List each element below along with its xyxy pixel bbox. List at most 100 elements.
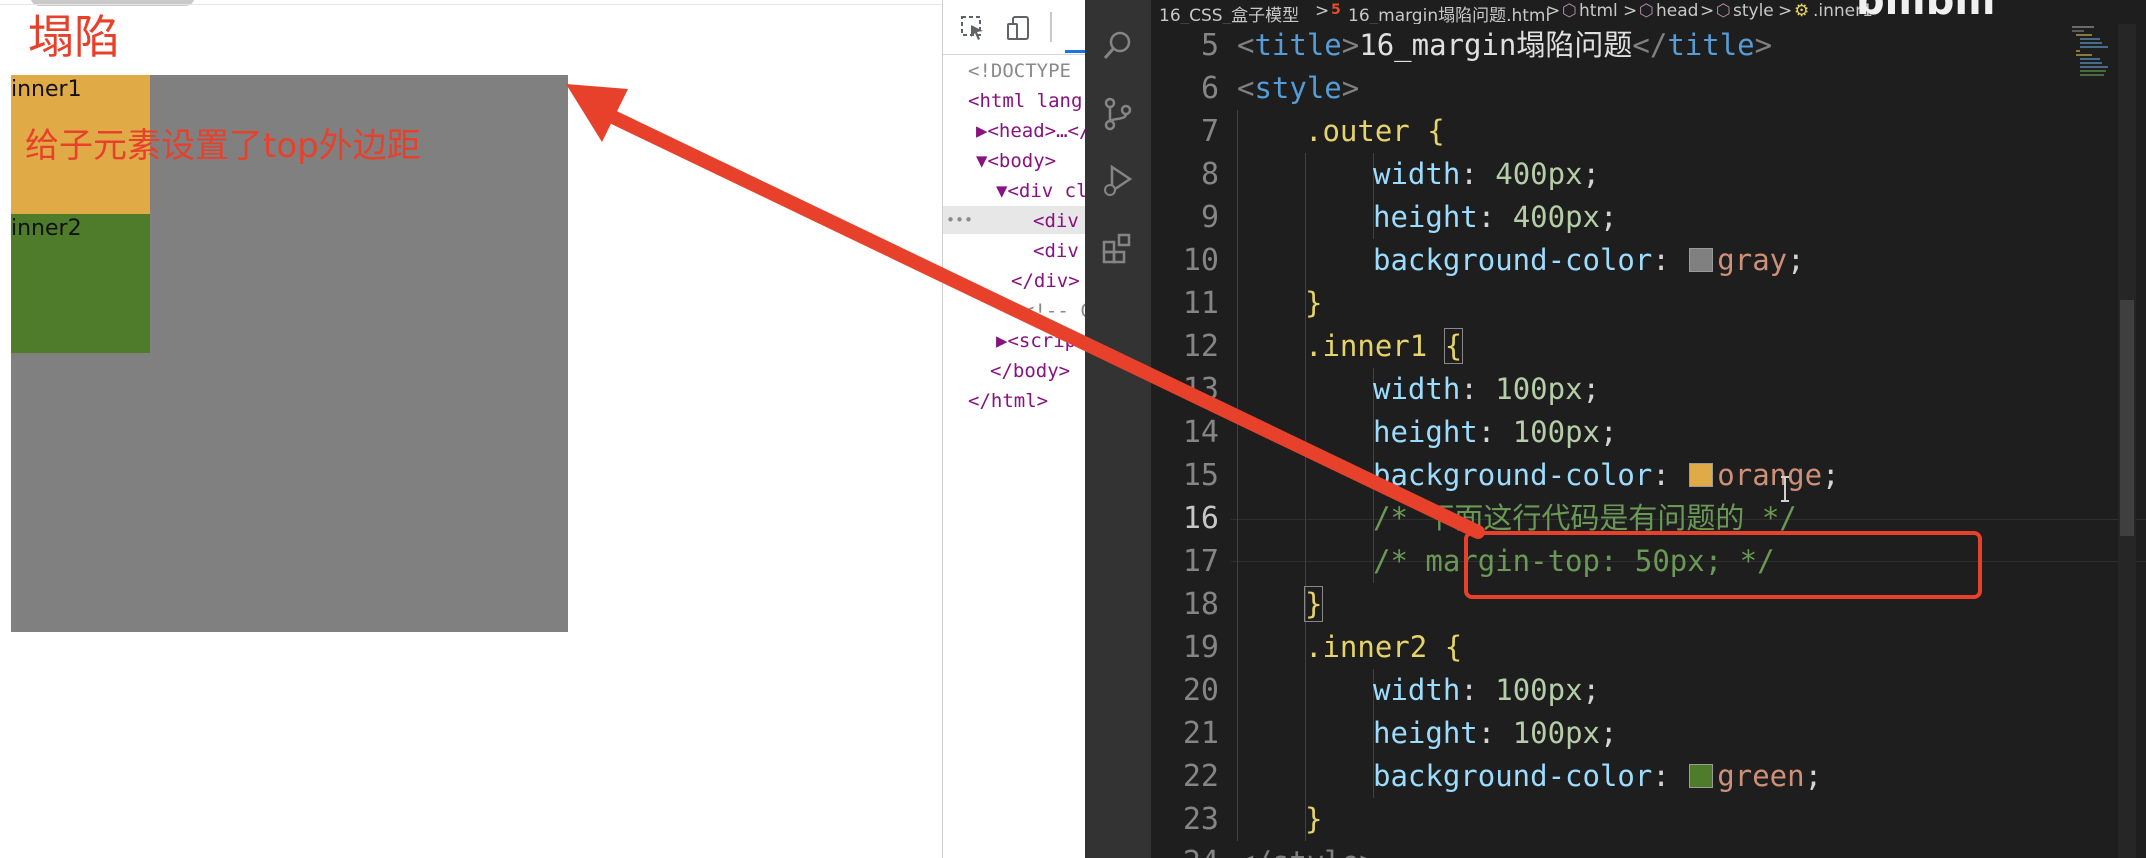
extensions-icon[interactable] (1100, 230, 1136, 266)
title-text: 16_margin塌陷问题 (1359, 28, 1633, 62)
html5-file-icon: 5 (1331, 2, 1341, 18)
dom-line[interactable]: </html> (968, 388, 1048, 414)
inner1-label: inner1 (11, 77, 82, 102)
value: gray (1717, 243, 1788, 277)
annotation-text: 给子元素设置了top外边距 (25, 126, 421, 166)
dom-line[interactable]: <div (1033, 238, 1085, 264)
dom-line[interactable]: ▼<body> (976, 148, 1056, 174)
search-icon[interactable] (1100, 28, 1136, 64)
code-line-18: } (1303, 583, 1324, 626)
dom-row-options[interactable]: ••• (946, 207, 973, 233)
elements-tab-indicator (1065, 50, 1085, 53)
value: 100px (1495, 673, 1583, 707)
run-debug-icon[interactable] (1100, 162, 1136, 198)
line-number: 22 (1182, 759, 1219, 794)
selector: .inner1 (1305, 329, 1428, 363)
property: height (1373, 200, 1478, 234)
scrollbar-thumb[interactable] (2120, 300, 2134, 536)
code-line-13: width: 100px; (1373, 372, 1601, 406)
selector: .outer (1305, 114, 1410, 148)
brace: } (1305, 802, 1323, 836)
dom-line[interactable]: </body> (990, 358, 1070, 384)
property: width (1373, 372, 1461, 406)
comment: /* 下面这行代码是有问题的 */ (1373, 501, 1797, 535)
breadcrumb-sep: > (1778, 1, 1793, 21)
value: 100px (1512, 716, 1600, 750)
code-line-9: height: 400px; (1373, 200, 1618, 234)
line-number: 13 (1182, 372, 1219, 407)
property: height (1373, 415, 1478, 449)
vscode-window: 16_CSS_盒子模型 > 5 16_margin塌陷问题.html > ⬡ h… (1085, 0, 2146, 858)
line-number: 24 (1151, 841, 1219, 858)
breadcrumb-file[interactable]: 16_margin塌陷问题.html (1348, 1, 1550, 24)
dom-line[interactable]: ▶<head>…</ (976, 118, 1085, 144)
inspect-element-icon[interactable] (959, 14, 987, 42)
line-number: 21 (1182, 716, 1219, 751)
property: width (1373, 157, 1461, 191)
dom-line[interactable]: <!DOCTYPE (968, 58, 1082, 84)
viewport-top-border (0, 4, 942, 5)
inner2-label: inner2 (11, 216, 82, 241)
inner2-div: inner2 (11, 214, 150, 353)
activity-bar (1085, 0, 1151, 858)
color-swatch-orange[interactable] (1689, 463, 1714, 487)
minimap[interactable] (2068, 24, 2114, 104)
line-number: 11 (1182, 286, 1219, 321)
code-editor[interactable]: <title>16_margin塌陷问题</title> <style> .ou… (1231, 24, 2146, 858)
symbol-icon: ⬡ (1639, 1, 1654, 21)
line-number: 15 (1182, 458, 1219, 493)
breadcrumb-sep: > (1623, 1, 1638, 21)
breadcrumb-folder[interactable]: 16_CSS_盒子模型 (1159, 1, 1299, 24)
code-line-12: .inner1 { (1305, 325, 1464, 368)
dom-line[interactable]: <!-- Co (1023, 298, 1085, 324)
code-line-5: <title>16_margin塌陷问题</title> (1237, 28, 1773, 62)
code-line-15: background-color: orange; (1373, 458, 1840, 492)
dom-line[interactable]: ▼<div cl (996, 178, 1085, 204)
color-swatch-gray[interactable] (1689, 248, 1714, 272)
property: height (1373, 716, 1478, 750)
line-number: 9 (1200, 200, 1219, 235)
line-number: 14 (1182, 415, 1219, 450)
device-toolbar-icon[interactable] (1005, 14, 1033, 42)
line-number-gutter: 5 6 7 8 9 10 11 12 13 14 15 16 17 18 19 … (1151, 24, 1231, 858)
code-line-6: <style> (1237, 71, 1360, 105)
line-number: 10 (1182, 243, 1219, 278)
breadcrumb-head[interactable]: head (1656, 1, 1698, 21)
source-control-icon[interactable] (1100, 96, 1136, 132)
line-number: 23 (1182, 802, 1219, 837)
devtools-panel: ••• <!DOCTYPE <html lang ▶<head>…</ ▼<bo… (942, 0, 1085, 858)
color-swatch-green[interactable] (1689, 764, 1714, 788)
dom-line[interactable]: <div (1033, 208, 1085, 234)
toolbar-separator (1050, 12, 1052, 42)
code-line-24: </style> (1237, 841, 1377, 858)
breadcrumb-style[interactable]: style (1733, 1, 1774, 21)
code-line-14: height: 100px; (1373, 415, 1618, 449)
value: green (1717, 759, 1805, 793)
property: background-color (1373, 243, 1653, 277)
dom-line[interactable]: <html lang (968, 88, 1082, 114)
code-line-23: } (1305, 798, 1322, 841)
breadcrumb-sep: > (1700, 1, 1715, 21)
code-line-21: height: 100px; (1373, 716, 1618, 750)
dom-line[interactable]: </div> (1011, 268, 1080, 294)
brace: } (1305, 286, 1323, 320)
line-number: 6 (1200, 71, 1219, 106)
page-heading: 塌陷 (28, 10, 120, 64)
breadcrumb-sep: > (1315, 1, 1330, 21)
brace: { (1427, 114, 1445, 148)
line-number: 17 (1182, 544, 1219, 579)
highlight-box (1464, 531, 1982, 599)
dom-line[interactable]: ▶<scrip (996, 328, 1076, 354)
text-cursor-icon (1781, 476, 1789, 502)
line-number: 18 (1182, 587, 1219, 622)
code-line-19: .inner2 { (1305, 626, 1462, 669)
code-line-20: width: 100px; (1373, 673, 1601, 707)
breadcrumb-html[interactable]: html (1579, 1, 1618, 21)
devtools-toolbar (943, 0, 1085, 55)
indent-guide (1237, 110, 1238, 841)
symbol-icon: ⬡ (1716, 1, 1731, 21)
line-number: 12 (1182, 329, 1219, 364)
indent-guide (1305, 153, 1306, 841)
property: background-color (1373, 458, 1653, 492)
selector-icon: ⚙ (1794, 1, 1810, 21)
